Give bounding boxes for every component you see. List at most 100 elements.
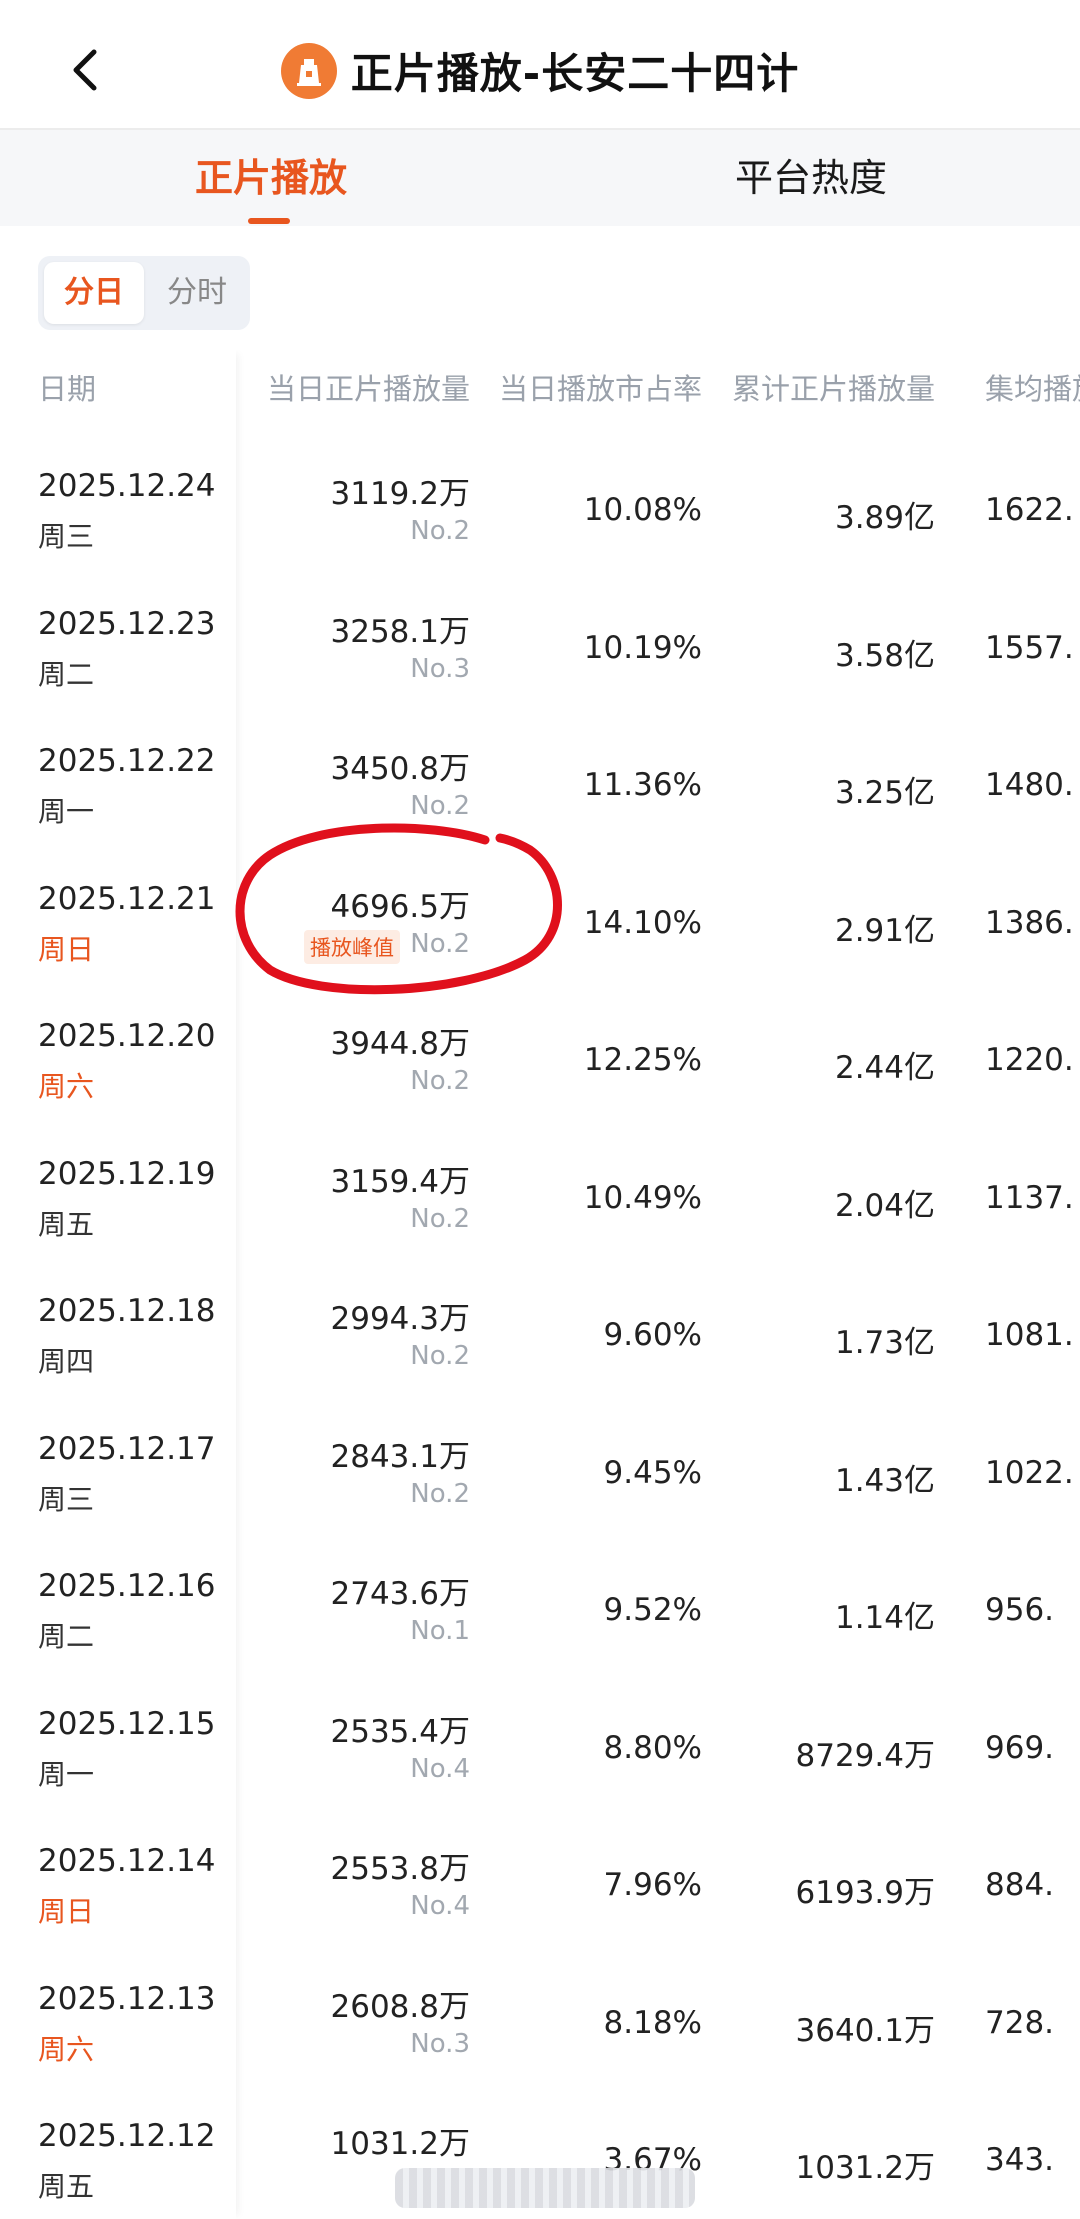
page-title: 正片播放-长安二十四计	[350, 49, 800, 98]
row-daily-views: 2608.8万	[330, 1988, 470, 2025]
row-weekday: 周日	[38, 932, 95, 966]
header-daily-views: 当日正片播放量	[266, 372, 470, 406]
row-episode-average: 1137.	[985, 1179, 1074, 1216]
row-weekday: 周四	[38, 1345, 95, 1378]
row-weekday: 周五	[38, 2170, 95, 2203]
row-cumulative-views: 2.91亿	[834, 912, 935, 949]
table-row[interactable]: 2025.12.16 周二 2743.6万 No.1 9.52% 1.14亿 956.	[0, 1560, 1080, 1698]
row-market-share: 10.49%	[583, 1179, 702, 1216]
row-episode-average: 1557.	[985, 629, 1074, 666]
row-daily-views: 3450.8万	[330, 751, 470, 787]
row-cumulative-views: 3.58亿	[834, 637, 935, 674]
row-weekday: 周二	[38, 657, 95, 691]
row-cumulative-views: 6193.9万	[795, 1875, 935, 1911]
row-market-share: 7.96%	[603, 1867, 702, 1903]
row-cumulative-views: 3.25亿	[834, 775, 935, 811]
tab-bar: 正片播放 平台热度	[0, 130, 1080, 226]
row-date: 2025.12.12	[38, 2118, 216, 2154]
row-date: 2025.12.21	[38, 880, 216, 917]
row-cumulative-views: 8729.4万	[795, 1737, 935, 1774]
row-market-share: 10.19%	[583, 629, 702, 666]
row-weekday: 周二	[38, 1620, 95, 1653]
row-daily-views: 2743.6万	[330, 1576, 470, 1612]
row-daily-views: 3119.2万	[330, 476, 470, 512]
row-weekday: 周六	[38, 2032, 95, 2066]
row-rank: No.3	[410, 653, 470, 684]
active-tab-indicator	[248, 218, 290, 224]
header-market-share: 当日播放市占率	[498, 372, 702, 406]
row-daily-views: 3159.4万	[330, 1163, 470, 1200]
row-episode-average: 956.	[985, 1592, 1055, 1628]
table-row[interactable]: 2025.12.13 周六 2608.8万 No.3 8.18% 3640.1万 728.	[0, 1973, 1080, 2111]
table-row[interactable]: 2025.12.23 周二 3258.1万 No.3 10.19% 3.58亿 1557.	[0, 598, 1080, 736]
row-market-share: 11.36%	[583, 767, 702, 803]
row-market-share: 8.80%	[603, 1729, 702, 1766]
row-weekday: 周三	[38, 1482, 95, 1516]
table-row[interactable]: 2025.12.22 周一 3450.8万 No.2 11.36% 3.25亿 1480.	[0, 735, 1080, 873]
granularity-toggle: 分日 分时	[38, 256, 250, 330]
row-market-share: 9.60%	[603, 1317, 702, 1353]
row-date: 2025.12.23	[38, 605, 216, 642]
table-row[interactable]: 2025.12.14 周日 2553.8万 No.4 7.96% 6193.9万 884.	[0, 1835, 1080, 1973]
row-episode-average: 1480.	[985, 767, 1074, 803]
row-weekday: 周一	[38, 795, 95, 828]
row-market-share: 14.10%	[583, 904, 702, 941]
table-row[interactable]: 2025.12.20 周六 3944.8万 No.2 12.25% 2.44亿 1220.	[0, 1010, 1080, 1148]
row-episode-average: 1022.	[985, 1454, 1074, 1491]
table-header: 日期 当日正片播放量 当日播放市占率 累计正片播放量 集均播放	[0, 350, 1080, 424]
row-date: 2025.12.16	[38, 1568, 216, 1604]
row-date: 2025.12.20	[38, 1018, 216, 1054]
row-daily-views: 3258.1万	[330, 613, 470, 650]
row-rank: No.2	[410, 1203, 470, 1234]
row-date: 2025.12.18	[38, 1293, 216, 1329]
row-episode-average: 1386.	[985, 904, 1074, 941]
toggle-hourly-button[interactable]: 分时	[152, 262, 242, 324]
peak-badge: 播放峰值	[304, 929, 400, 964]
table-row[interactable]: 2025.12.17 周三 2843.1万 No.2 9.45% 1.43亿 1022.	[0, 1423, 1080, 1561]
row-episode-average: 1081.	[985, 1317, 1074, 1353]
row-cumulative-views: 1.14亿	[834, 1600, 935, 1636]
table-row[interactable]: 2025.12.19 周五 3159.4万 No.2 10.49% 2.04亿 1137.	[0, 1148, 1080, 1286]
row-market-share: 8.18%	[603, 2004, 702, 2041]
row-date: 2025.12.19	[38, 1155, 216, 1192]
row-cumulative-views: 1.73亿	[834, 1325, 935, 1361]
data-table[interactable]: 日期 当日正片播放量 当日播放市占率 累计正片播放量 集均播放 2025.12.…	[0, 350, 1080, 2219]
row-weekday: 周六	[38, 1070, 95, 1103]
row-daily-views: 2553.8万	[330, 1851, 470, 1887]
table-row[interactable]: 2025.12.21 周日 4696.5万 No.2 播放峰值 14.10% 2.91亿 13…	[0, 873, 1080, 1011]
row-cumulative-views: 2.44亿	[834, 1050, 935, 1086]
row-daily-views: 2535.4万	[330, 1713, 470, 1750]
row-cumulative-views: 1031.2万	[795, 2150, 935, 2186]
table-row[interactable]: 2025.12.24 周三 3119.2万 No.2 10.08% 3.89亿 1622.	[0, 460, 1080, 598]
watermark-blur	[395, 2168, 695, 2208]
row-episode-average: 1220.	[985, 1042, 1074, 1078]
row-rank: No.2	[410, 1478, 470, 1509]
row-rank: No.3	[410, 2028, 470, 2059]
row-episode-average: 1622.	[985, 492, 1074, 528]
row-cumulative-views: 3.89亿	[834, 500, 935, 536]
row-daily-views: 4696.5万	[330, 888, 470, 925]
table-row[interactable]: 2025.12.18 周四 2994.3万 No.2 9.60% 1.73亿 1081.	[0, 1285, 1080, 1423]
row-rank: No.4	[410, 1753, 470, 1784]
row-daily-views: 3944.8万	[330, 1026, 470, 1062]
row-episode-average: 884.	[985, 1867, 1055, 1903]
tab-platform-heat[interactable]: 平台热度	[735, 130, 887, 226]
toggle-daily-button[interactable]: 分日	[44, 262, 144, 324]
row-date: 2025.12.24	[38, 468, 216, 504]
row-daily-views: 1031.2万	[330, 2126, 470, 2162]
row-rank: No.4	[410, 1891, 470, 1921]
row-rank: No.2	[410, 791, 470, 821]
row-weekday: 周三	[38, 520, 95, 553]
row-cumulative-views: 1.43亿	[834, 1462, 935, 1499]
row-market-share: 9.45%	[603, 1454, 702, 1491]
table-row[interactable]: 2025.12.15 周一 2535.4万 No.4 8.80% 8729.4万 969.	[0, 1698, 1080, 1836]
row-weekday: 周日	[38, 1895, 95, 1928]
row-episode-average: 343.	[985, 2142, 1055, 2178]
row-rank: No.2	[410, 516, 470, 546]
row-cumulative-views: 3640.1万	[795, 2012, 935, 2049]
tab-main-play[interactable]: 正片播放	[195, 130, 347, 226]
row-date: 2025.12.22	[38, 743, 216, 779]
row-market-share: 9.52%	[603, 1592, 702, 1628]
row-rank: No.2	[410, 928, 470, 959]
row-weekday: 周一	[38, 1757, 95, 1791]
